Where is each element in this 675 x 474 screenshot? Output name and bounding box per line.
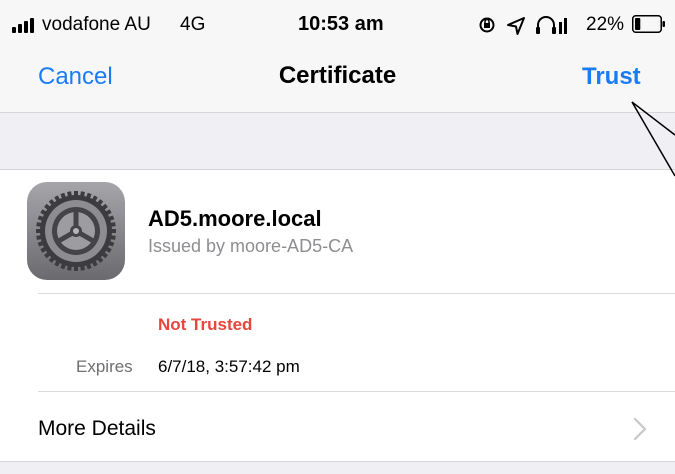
divider xyxy=(38,293,675,294)
more-details-label: More Details xyxy=(38,417,156,440)
page-title: Certificate xyxy=(278,62,397,89)
settings-gear-icon xyxy=(27,182,125,280)
network-type: 4G xyxy=(180,14,206,35)
battery-percent: 22% xyxy=(586,14,625,35)
section-spacer xyxy=(0,461,675,474)
expires-label: Expires xyxy=(76,357,133,376)
expires-value: 6/7/18, 3:57:42 pm xyxy=(158,357,300,376)
orientation-lock-icon xyxy=(479,17,495,33)
battery-icon xyxy=(632,15,665,33)
status-time: 10:53 am xyxy=(298,13,384,35)
status-icons xyxy=(479,16,567,35)
section-spacer xyxy=(0,113,675,170)
certificate-issuer: Issued by moore-AD5-CA xyxy=(148,236,354,256)
carrier-name: vodafone AU xyxy=(42,14,151,35)
trust-status-label: Not Trusted xyxy=(158,315,253,334)
signal-bars-icon xyxy=(12,17,38,33)
battery-charge-indicator-icon xyxy=(559,18,567,34)
location-arrow-icon xyxy=(507,17,525,35)
trust-button[interactable]: Trust xyxy=(582,62,641,92)
chevron-right-icon xyxy=(633,417,647,441)
certificate-name: AD5.moore.local xyxy=(148,206,322,231)
headphones-icon xyxy=(536,16,556,34)
